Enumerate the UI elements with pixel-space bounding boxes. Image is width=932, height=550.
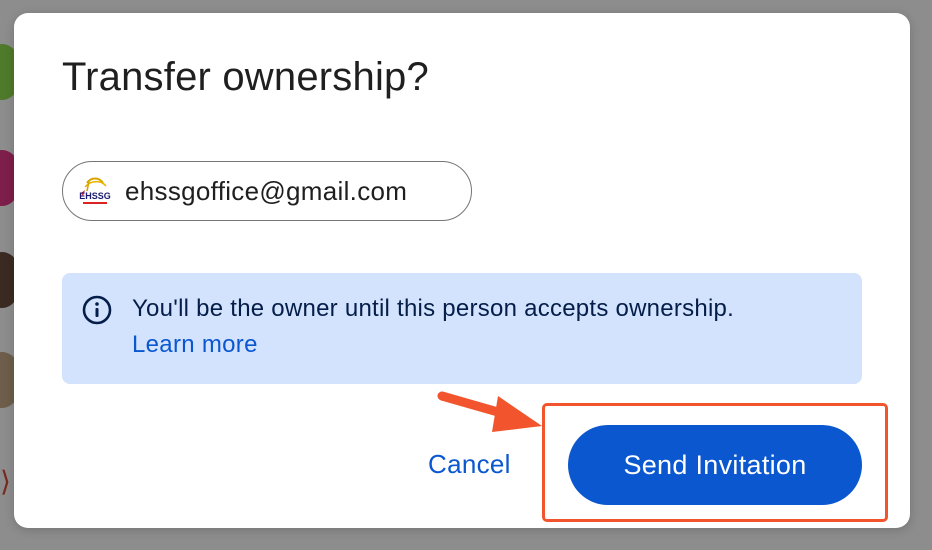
recipient-email: ehssgoffice@gmail.com [125,175,408,206]
info-banner: You'll be the owner until this person ac… [62,273,862,384]
send-invitation-button[interactable]: Send Invitation [568,425,862,505]
ehssg-logo-icon: EHSSG [79,177,111,204]
dialog-title: Transfer ownership? [62,55,429,99]
learn-more-link[interactable]: Learn more [132,331,258,359]
info-icon [82,295,112,325]
recipient-avatar: EHSSG [73,169,117,213]
cancel-button[interactable]: Cancel [418,438,521,490]
recipient-chip[interactable]: EHSSG ehssgoffice@gmail.com [62,161,472,221]
transfer-ownership-dialog: Transfer ownership? EHSSG ehssgoffice@gm… [14,13,910,528]
info-message: You'll be the owner until this person ac… [132,295,735,322]
ehssg-logo-text: EHSSG [79,191,111,201]
